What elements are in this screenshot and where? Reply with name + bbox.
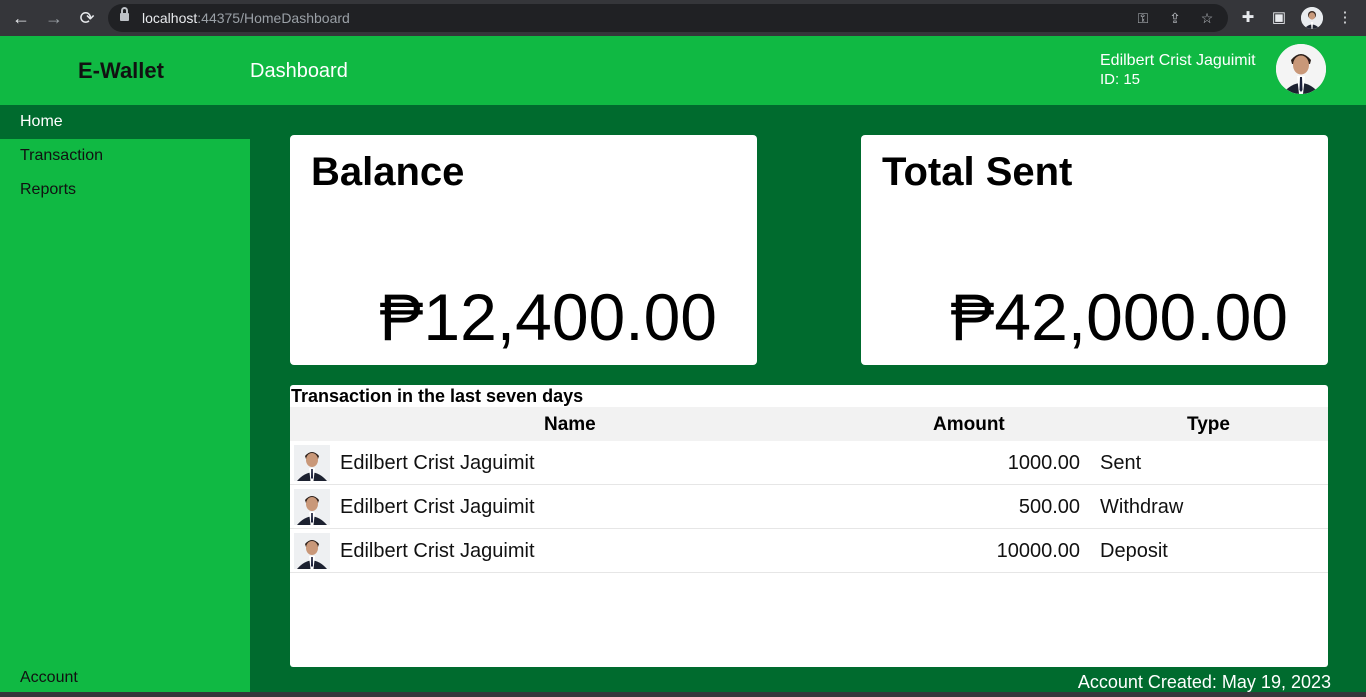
menu-icon[interactable]: ⋮ [1334, 7, 1356, 29]
sidebar-item-account[interactable]: Account [20, 669, 78, 687]
table-row[interactable]: Edilbert Crist Jaguimit 10000.00 Deposit [290, 529, 1328, 573]
row-avatar [294, 533, 330, 569]
forward-icon[interactable]: → [43, 7, 65, 29]
taskbar-strip [0, 692, 1366, 697]
table-header: Name Amount Type [290, 407, 1328, 441]
row-type: Sent [1100, 452, 1142, 474]
row-amount: 1000.00 [1007, 452, 1080, 474]
browser-toolbar: ← → ⟳ localhost:44375/HomeDashboard ⚿ ⇪ … [0, 0, 1366, 36]
table-row[interactable]: Edilbert Crist Jaguimit 1000.00 Sent [290, 441, 1328, 485]
reload-icon[interactable]: ⟳ [76, 7, 98, 29]
page-title: Dashboard [250, 60, 348, 82]
share-icon[interactable]: ⇪ [1166, 9, 1184, 27]
back-icon[interactable]: ← [10, 7, 32, 29]
row-name: Edilbert Crist Jaguimit [340, 452, 535, 474]
user-avatar[interactable] [1276, 44, 1326, 94]
user-name: Edilbert Crist Jaguimit [1100, 52, 1256, 69]
row-type: Withdraw [1100, 496, 1184, 518]
key-icon[interactable]: ⚿ [1134, 9, 1152, 27]
total-sent-title: Total Sent [882, 150, 1073, 194]
total-sent-card: Total Sent ₱42,000.00 [861, 135, 1328, 365]
row-name: Edilbert Crist Jaguimit [340, 496, 535, 518]
column-header-amount: Amount [933, 414, 1005, 435]
balance-value: ₱12,400.00 [379, 280, 717, 354]
column-header-name: Name [544, 414, 596, 435]
brand-logo[interactable]: E-Wallet [78, 58, 164, 84]
total-sent-value: ₱42,000.00 [950, 280, 1288, 354]
account-created-text: Account Created: May 19, 2023 [1077, 672, 1331, 692]
row-avatar [294, 489, 330, 525]
balance-card: Balance ₱12,400.00 [290, 135, 757, 365]
row-amount: 500.00 [1018, 496, 1080, 518]
table-row[interactable]: Edilbert Crist Jaguimit 500.00 Withdraw [290, 485, 1328, 529]
user-id: ID: 15 [1100, 71, 1141, 88]
row-name: Edilbert Crist Jaguimit [340, 540, 535, 562]
transactions-panel: Transaction in the last seven days Name … [290, 385, 1328, 667]
browser-profile-avatar[interactable] [1301, 7, 1323, 29]
star-icon[interactable]: ☆ [1198, 9, 1216, 27]
app-header: E-Wallet Dashboard Edilbert Crist Jaguim… [0, 36, 1366, 105]
row-type: Deposit [1100, 540, 1168, 562]
sidebar-item-reports[interactable]: Reports [0, 173, 250, 207]
sidepanel-icon[interactable]: ▣ [1268, 7, 1290, 29]
extensions-icon[interactable]: ✚ [1237, 7, 1259, 29]
row-avatar [294, 445, 330, 481]
column-header-type: Type [1187, 414, 1230, 435]
sidebar-item-home[interactable]: Home [0, 105, 250, 139]
address-bar[interactable]: localhost:44375/HomeDashboard ⚿ ⇪ ☆ [108, 4, 1228, 32]
transactions-title: Transaction in the last seven days [291, 386, 584, 406]
lock-icon[interactable] [120, 7, 129, 23]
sidebar-item-transaction[interactable]: Transaction [0, 139, 250, 173]
sidebar: Home Transaction Reports Account [0, 105, 250, 697]
url-text: localhost:44375/HomeDashboard [142, 10, 350, 26]
row-amount: 10000.00 [996, 540, 1080, 562]
balance-title: Balance [311, 150, 465, 194]
